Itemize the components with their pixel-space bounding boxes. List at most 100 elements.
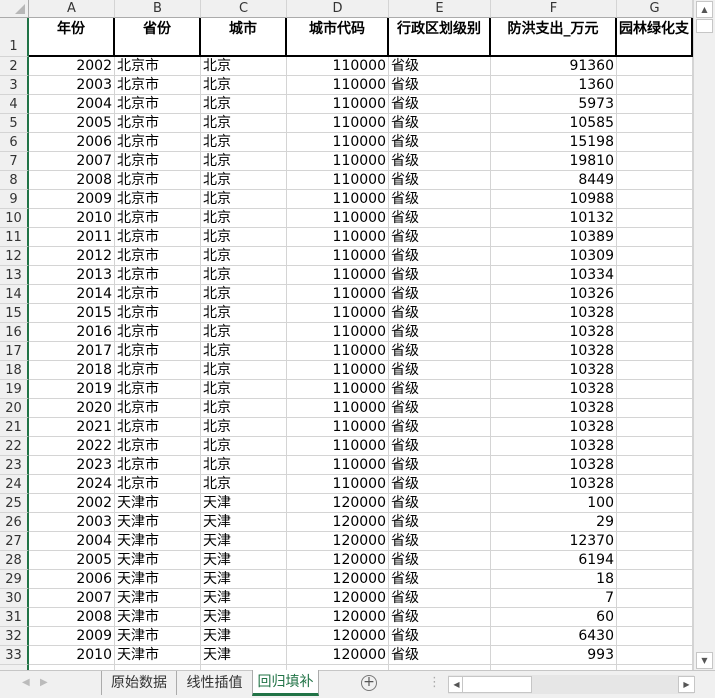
row-number[interactable]: 3 bbox=[0, 76, 29, 95]
cell[interactable] bbox=[617, 551, 693, 570]
row-number[interactable]: 29 bbox=[0, 570, 29, 589]
cell[interactable]: 省级 bbox=[389, 114, 491, 133]
cell[interactable]: 省级 bbox=[389, 532, 491, 551]
cell[interactable] bbox=[617, 608, 693, 627]
cell[interactable] bbox=[617, 399, 693, 418]
cell[interactable]: 北京市 bbox=[115, 475, 201, 494]
cell[interactable]: 2007 bbox=[29, 152, 115, 171]
cell[interactable]: 2022 bbox=[29, 437, 115, 456]
cell[interactable]: 120000 bbox=[287, 551, 389, 570]
cell[interactable]: 120000 bbox=[287, 494, 389, 513]
cell[interactable]: 110000 bbox=[287, 361, 389, 380]
cell[interactable]: 北京 bbox=[201, 380, 287, 399]
cell[interactable] bbox=[617, 475, 693, 494]
cell[interactable]: 省级 bbox=[389, 570, 491, 589]
cell[interactable]: 110000 bbox=[287, 475, 389, 494]
cell[interactable]: 2021 bbox=[29, 418, 115, 437]
cell[interactable]: 北京市 bbox=[115, 114, 201, 133]
row-number[interactable]: 33 bbox=[0, 646, 29, 665]
cell[interactable]: 北京市 bbox=[115, 57, 201, 76]
cell[interactable]: 北京市 bbox=[115, 456, 201, 475]
cell[interactable]: 2017 bbox=[29, 342, 115, 361]
sheet-tab-raw[interactable]: 原始数据 bbox=[101, 671, 176, 695]
cell[interactable]: 5973 bbox=[491, 95, 617, 114]
cell[interactable]: 天津市 bbox=[115, 627, 201, 646]
cell[interactable]: 2015 bbox=[29, 304, 115, 323]
cell[interactable]: 2010 bbox=[29, 209, 115, 228]
cell[interactable]: 北京市 bbox=[115, 209, 201, 228]
cell[interactable] bbox=[617, 209, 693, 228]
cell[interactable]: 省级 bbox=[389, 190, 491, 209]
cell[interactable]: 993 bbox=[491, 646, 617, 665]
cell[interactable]: 110000 bbox=[287, 76, 389, 95]
cell[interactable]: 北京市 bbox=[115, 418, 201, 437]
cell[interactable]: 天津 bbox=[201, 551, 287, 570]
cell[interactable]: 北京 bbox=[201, 399, 287, 418]
cell[interactable]: 省级 bbox=[389, 437, 491, 456]
cell[interactable]: 110000 bbox=[287, 437, 389, 456]
row-number[interactable]: 10 bbox=[0, 209, 29, 228]
cell[interactable]: 省级 bbox=[389, 551, 491, 570]
row-number[interactable]: 7 bbox=[0, 152, 29, 171]
cell[interactable]: 天津市 bbox=[115, 589, 201, 608]
cell[interactable]: 10309 bbox=[491, 247, 617, 266]
row-number[interactable]: 12 bbox=[0, 247, 29, 266]
column-header-E[interactable]: E bbox=[389, 0, 491, 18]
cell[interactable]: 省级 bbox=[389, 418, 491, 437]
cell[interactable]: 10585 bbox=[491, 114, 617, 133]
cell[interactable]: 2002 bbox=[29, 494, 115, 513]
cell[interactable]: 6430 bbox=[491, 627, 617, 646]
cell[interactable]: 120000 bbox=[287, 532, 389, 551]
column-header-B[interactable]: B bbox=[115, 0, 201, 18]
cell[interactable]: 110000 bbox=[287, 323, 389, 342]
cell[interactable]: 北京 bbox=[201, 133, 287, 152]
cell[interactable]: 2005 bbox=[29, 551, 115, 570]
cell[interactable]: 天津 bbox=[201, 494, 287, 513]
cell[interactable]: 北京 bbox=[201, 342, 287, 361]
cell[interactable] bbox=[617, 57, 693, 76]
cell[interactable]: 天津 bbox=[201, 570, 287, 589]
cell[interactable]: 110000 bbox=[287, 114, 389, 133]
cell[interactable] bbox=[617, 456, 693, 475]
cell[interactable]: 110000 bbox=[287, 285, 389, 304]
cell[interactable]: 北京市 bbox=[115, 247, 201, 266]
cell[interactable]: 10328 bbox=[491, 437, 617, 456]
cell[interactable]: 北京市 bbox=[115, 399, 201, 418]
select-all-button[interactable] bbox=[0, 0, 29, 18]
cell[interactable]: 北京市 bbox=[115, 133, 201, 152]
cell[interactable]: 北京市 bbox=[115, 304, 201, 323]
scroll-up-arrow-icon[interactable]: ▲ bbox=[696, 1, 713, 18]
cell[interactable]: 110000 bbox=[287, 418, 389, 437]
cell[interactable]: 园林绿化支 bbox=[617, 18, 693, 57]
cell[interactable]: 110000 bbox=[287, 266, 389, 285]
cell[interactable]: 10334 bbox=[491, 266, 617, 285]
cell[interactable]: 10328 bbox=[491, 342, 617, 361]
cell[interactable]: 10328 bbox=[491, 323, 617, 342]
cell[interactable]: 6194 bbox=[491, 551, 617, 570]
cell[interactable]: 60 bbox=[491, 608, 617, 627]
cell[interactable]: 省级 bbox=[389, 456, 491, 475]
cell[interactable] bbox=[617, 76, 693, 95]
cell[interactable]: 120000 bbox=[287, 589, 389, 608]
cell[interactable] bbox=[617, 323, 693, 342]
row-number[interactable]: 19 bbox=[0, 380, 29, 399]
cell[interactable]: 天津市 bbox=[115, 494, 201, 513]
horizontal-scroll-thumb[interactable] bbox=[462, 676, 532, 693]
cell[interactable]: 北京 bbox=[201, 418, 287, 437]
cell[interactable]: 北京 bbox=[201, 285, 287, 304]
vertical-scrollbar[interactable]: ▲ ▼ bbox=[693, 0, 715, 670]
cell[interactable]: 省级 bbox=[389, 646, 491, 665]
cell[interactable]: 10328 bbox=[491, 361, 617, 380]
cell[interactable]: 北京市 bbox=[115, 323, 201, 342]
cell[interactable]: 北京市 bbox=[115, 95, 201, 114]
column-header-C[interactable]: C bbox=[201, 0, 287, 18]
cell[interactable]: 110000 bbox=[287, 380, 389, 399]
cell[interactable] bbox=[617, 285, 693, 304]
cell[interactable]: 天津市 bbox=[115, 551, 201, 570]
cell[interactable]: 1360 bbox=[491, 76, 617, 95]
cell[interactable]: 北京 bbox=[201, 361, 287, 380]
column-header-G[interactable]: G bbox=[617, 0, 693, 18]
sheet-tab-linear[interactable]: 线性插值 bbox=[176, 671, 252, 695]
row-number[interactable]: 28 bbox=[0, 551, 29, 570]
cell[interactable]: 7 bbox=[491, 589, 617, 608]
